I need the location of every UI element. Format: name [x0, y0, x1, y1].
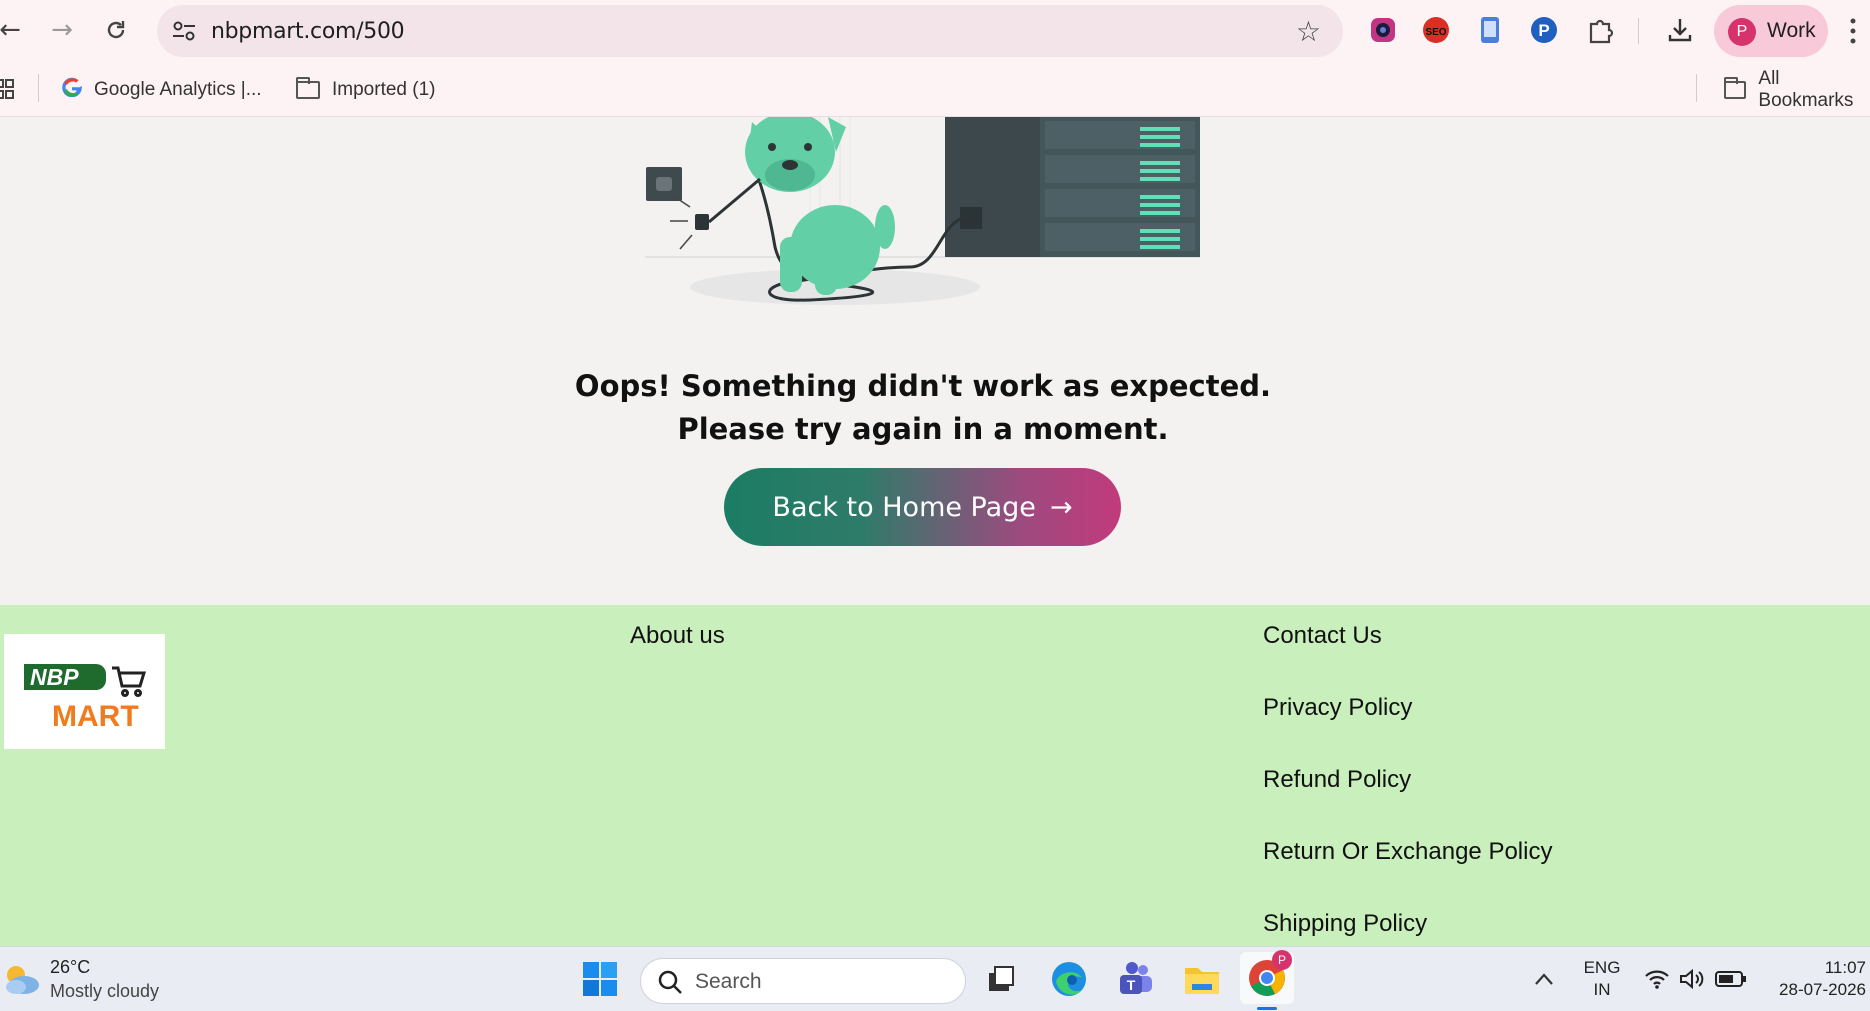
region-label: IN: [1593, 980, 1611, 999]
back-to-home-label: Back to Home Page: [772, 491, 1036, 523]
all-bookmarks-label: All Bookmarks: [1758, 68, 1854, 111]
folder-icon: [296, 77, 320, 99]
bookmark-folder-imported[interactable]: Imported (1): [296, 74, 435, 106]
svg-text:NBP: NBP: [30, 664, 79, 690]
weather-description: Mostly cloudy: [50, 981, 160, 1001]
toolbar-divider: [1638, 18, 1639, 44]
site-settings-icon[interactable]: [171, 19, 197, 43]
extension-phone-icon[interactable]: [1474, 14, 1506, 46]
back-icon[interactable]: ←: [0, 12, 28, 48]
weather-temperature: 26°C: [50, 957, 91, 977]
windows-start-icon[interactable]: [579, 958, 621, 1000]
svg-text:MART: MART: [52, 700, 139, 733]
search-label: Search: [695, 970, 762, 993]
footer-link-refund[interactable]: Refund Policy: [1263, 766, 1411, 794]
battery-icon[interactable]: [1710, 958, 1752, 1000]
nbp-mart-logo[interactable]: NBP MART: [4, 634, 165, 749]
footer-link-privacy[interactable]: Privacy Policy: [1263, 694, 1412, 722]
svg-text:T: T: [1127, 977, 1136, 993]
teams-icon[interactable]: T: [1114, 958, 1156, 1000]
site-footer: NBP MART About us Contact Us Privacy Pol…: [0, 605, 1870, 946]
forward-icon[interactable]: →: [44, 12, 80, 48]
task-view-icon[interactable]: [980, 958, 1022, 1000]
language-label: ENG: [1583, 958, 1621, 977]
bookmark-star-icon[interactable]: ☆: [1296, 15, 1321, 48]
extension-camera-icon[interactable]: [1367, 14, 1399, 46]
footer-link-return-exchange[interactable]: Return Or Exchange Policy: [1263, 838, 1552, 866]
bookmark-label: Imported (1): [332, 79, 436, 100]
clock-date: 28-07-2026: [1779, 980, 1866, 999]
bookmarks-separator: [38, 74, 39, 102]
footer-link-about[interactable]: About us: [630, 622, 725, 650]
bookmarks-bar: Google Analytics |... Imported (1) All B…: [0, 62, 1870, 117]
back-to-home-button[interactable]: Back to Home Page →: [724, 468, 1121, 546]
search-icon: [657, 969, 683, 1000]
svg-text:SEO: SEO: [1425, 27, 1446, 38]
volume-icon[interactable]: [1670, 958, 1712, 1000]
chrome-profile-badge: P: [1272, 950, 1292, 970]
cloud-sun-icon: [2, 961, 42, 1002]
footer-link-contact[interactable]: Contact Us: [1263, 622, 1382, 650]
error-message-line1: Oops! Something didn't work as expected.: [574, 369, 1272, 403]
svg-text:P: P: [1538, 21, 1549, 40]
profile-avatar: P: [1728, 18, 1756, 46]
bookmark-label: Google Analytics |...: [94, 79, 262, 100]
browser-toolbar: ← → nbpmart.com/500 ☆ SEO P P Work: [0, 0, 1870, 62]
extension-seo-icon[interactable]: SEO: [1420, 14, 1452, 46]
address-bar[interactable]: nbpmart.com/500 ☆: [157, 5, 1343, 57]
windows-taskbar: 26°C Mostly cloudy Search T P ENG IN 11:…: [0, 946, 1870, 1011]
error-message: Oops! Something didn't work as expected.…: [0, 365, 1846, 451]
chevron-up-icon[interactable]: [1523, 958, 1565, 1000]
error-message-line2: Please try again in a moment.: [677, 412, 1169, 446]
clock-time: 11:07: [1824, 958, 1866, 977]
apps-grid-icon[interactable]: [0, 74, 16, 106]
page-content: Oops! Something didn't work as expected.…: [0, 117, 1870, 946]
footer-link-shipping[interactable]: Shipping Policy: [1263, 910, 1427, 938]
extensions-puzzle-icon[interactable]: [1584, 14, 1616, 46]
bookmark-google-analytics[interactable]: Google Analytics |...: [62, 74, 262, 106]
folder-icon: [1724, 77, 1747, 99]
google-g-icon: [62, 77, 84, 103]
profile-button[interactable]: P Work: [1714, 5, 1828, 57]
taskbar-search[interactable]: Search: [640, 958, 966, 1004]
extension-p-icon[interactable]: P: [1528, 14, 1560, 46]
download-icon[interactable]: [1664, 14, 1696, 46]
chrome-taskbar-icon[interactable]: P: [1240, 950, 1294, 1010]
file-explorer-icon[interactable]: [1181, 958, 1223, 1000]
menu-kebab-icon[interactable]: [1848, 16, 1858, 46]
arrow-right-icon: →: [1049, 491, 1073, 523]
error-illustration: [645, 117, 1200, 305]
active-indicator: [1257, 1007, 1277, 1010]
bookmarks-separator: [1696, 74, 1697, 102]
profile-label: Work: [1767, 19, 1816, 42]
reload-icon[interactable]: [98, 12, 134, 48]
url-text[interactable]: nbpmart.com/500: [211, 19, 405, 44]
edge-browser-icon[interactable]: [1048, 958, 1090, 1000]
all-bookmarks-button[interactable]: All Bookmarks: [1724, 68, 1870, 111]
